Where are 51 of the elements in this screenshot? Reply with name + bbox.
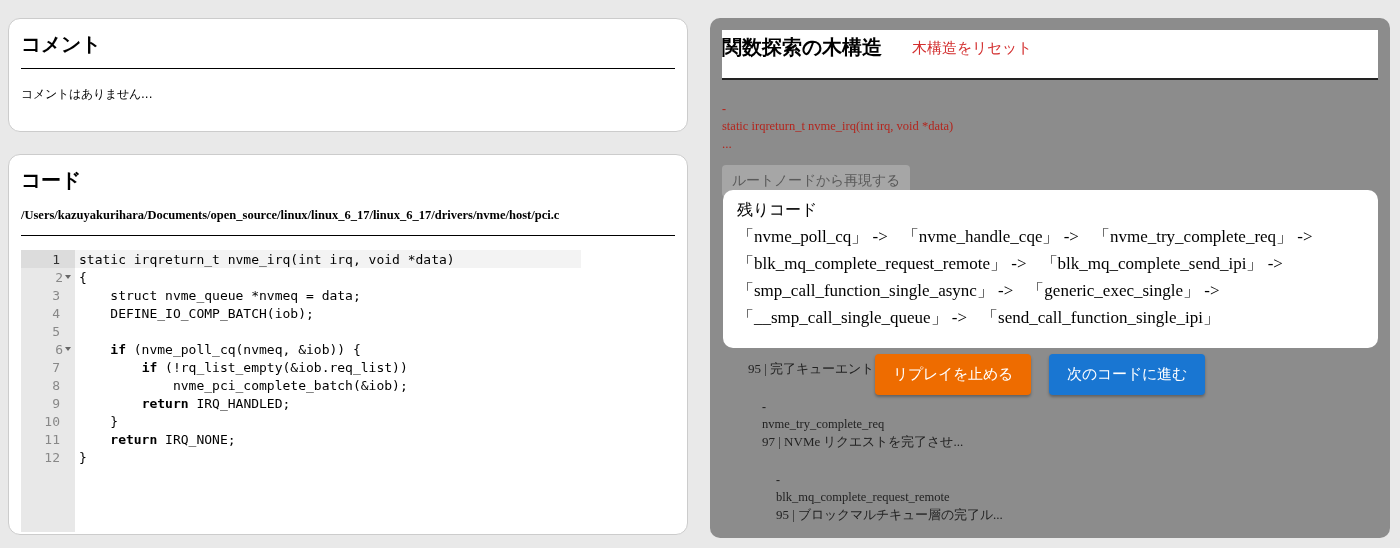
node-summary: 95 | ブロックマルチキュー層の完了ル... [776, 506, 1003, 524]
collapse-toggle[interactable]: - [776, 473, 780, 488]
reset-tree-link[interactable]: 木構造をリセット [912, 34, 1032, 58]
stop-replay-button[interactable]: リプレイを止める [875, 354, 1031, 395]
code-line: } [109, 413, 119, 429]
line-number: 3 [52, 287, 60, 303]
line-number: 10 [44, 413, 60, 429]
chain-function: 「send_call_function_single_ipi」 [981, 307, 1220, 329]
chain-function: 「__smp_call_single_queue」 -> [737, 307, 968, 329]
collapse-toggle[interactable]: - [762, 400, 766, 415]
node-summary: ... [722, 135, 732, 153]
file-path: /Users/kazuyakurihara/Documents/open_source/linux/linux_6_17/linux_6_17/drivers/nvme/host/pci.c [21, 208, 560, 223]
chain-function: 「blk_mq_complete_request_remote」 -> [737, 253, 1027, 275]
line-number: 2 [55, 269, 63, 285]
code-line: { [78, 269, 87, 285]
line-number: 1 [52, 251, 60, 267]
chain-function: 「smp_call_function_single_async」 -> [737, 280, 1014, 302]
line-number: 4 [52, 305, 60, 321]
fold-caret-icon[interactable] [65, 275, 71, 279]
code-heading: コード [21, 167, 81, 194]
code-line: return IRQ_NONE; [109, 431, 236, 447]
chain-function: 「nvme_poll_cq」 -> [737, 226, 888, 248]
line-number: 6 [55, 341, 63, 357]
line-number: 8 [52, 377, 60, 393]
tree-heading: 関数探索の木構造 [722, 34, 882, 61]
comment-heading: コメント [21, 31, 101, 58]
next-code-button[interactable]: 次のコードに進む [1049, 354, 1205, 395]
chain-function: 「generic_exec_single」 -> [1027, 280, 1220, 302]
line-number: 11 [44, 431, 60, 447]
line-number: 12 [44, 449, 60, 465]
code-line: struct nvme_queue *nvmeq = data; [109, 287, 361, 303]
code-line: nvme_pci_complete_batch(&iob); [171, 377, 408, 393]
chain-function: 「nvme_try_complete_req」 -> [1092, 226, 1313, 248]
line-number: 5 [52, 323, 60, 339]
code-line: if (!rq_list_empty(&iob.req_list)) [140, 359, 408, 375]
chain-function: 「blk_mq_complete_send_ipi」 -> [1040, 253, 1283, 275]
code-line: } [78, 449, 87, 465]
empty-comment-text: コメントはありません... [21, 86, 153, 103]
code-line: static irqreturn_t nvme_irq(int irq, void *data) [78, 251, 455, 267]
code-line: if (nvme_poll_cq(nvmeq, &iob)) { [109, 341, 361, 357]
node-name[interactable]: blk_mq_complete_request_remote [776, 488, 950, 506]
fold-caret-icon[interactable] [65, 347, 71, 351]
code-line: return IRQ_HANDLED; [140, 395, 291, 411]
line-number: 7 [52, 359, 60, 375]
node-summary: 97 | NVMe リクエストを完了させ... [762, 433, 964, 451]
popup-title: 残りコード [737, 200, 817, 221]
chain-function: 「nvme_handle_cqe」 -> [901, 226, 1079, 248]
node-summary: 95 | 完了キューエント [748, 360, 875, 378]
line-number: 9 [52, 395, 60, 411]
node-name[interactable]: nvme_try_complete_req [762, 415, 885, 433]
code-line: DEFINE_IO_COMP_BATCH(iob); [109, 305, 314, 321]
